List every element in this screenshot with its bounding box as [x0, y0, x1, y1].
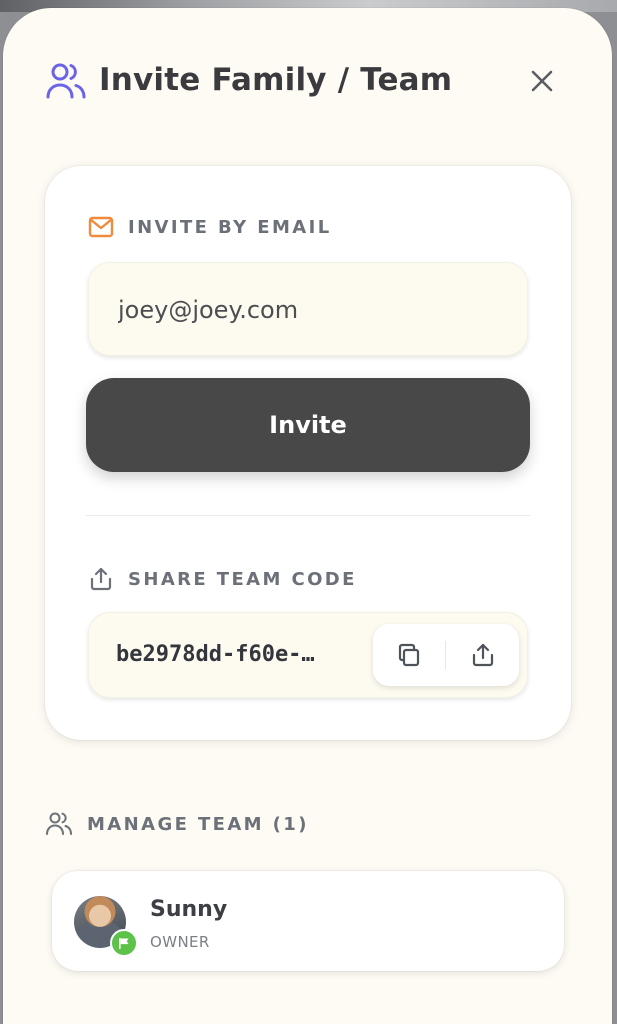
copy-code-button[interactable]	[373, 624, 445, 686]
manage-team-text: MANAGE TEAM (1)	[87, 813, 309, 835]
close-button[interactable]	[525, 64, 559, 98]
modal-header: Invite Family / Team	[3, 8, 612, 148]
share-team-code-text: SHARE TEAM CODE	[128, 568, 357, 590]
invite-team-modal: Invite Family / Team INVITE BY EMAIL Inv…	[3, 8, 612, 1024]
invite-card: INVITE BY EMAIL Invite SHARE TEAM CODE b…	[45, 166, 571, 740]
team-code-field: be2978dd-f60e-…	[88, 612, 528, 698]
users-icon	[45, 61, 87, 103]
member-role: OWNER	[150, 933, 210, 951]
copy-icon	[398, 643, 420, 667]
team-code-actions	[373, 624, 519, 686]
share-team-code-label: SHARE TEAM CODE	[88, 566, 357, 592]
divider	[86, 515, 530, 516]
manage-team-label: MANAGE TEAM (1)	[45, 811, 309, 837]
actions-separator	[445, 641, 446, 669]
invite-by-email-text: INVITE BY EMAIL	[128, 216, 332, 238]
invite-by-email-label: INVITE BY EMAIL	[88, 216, 332, 238]
email-field-container	[88, 262, 528, 358]
owner-badge	[110, 929, 138, 957]
mail-icon	[88, 216, 114, 238]
team-code-value: be2978dd-f60e-…	[116, 642, 315, 667]
modal-title: Invite Family / Team	[99, 62, 453, 98]
share-icon	[90, 567, 112, 591]
invite-button[interactable]: Invite	[86, 378, 530, 472]
share-code-button[interactable]	[447, 624, 519, 686]
close-icon	[531, 70, 553, 92]
email-field[interactable]	[116, 262, 510, 358]
share-icon	[472, 643, 494, 667]
flag-icon	[119, 938, 129, 949]
member-name: Sunny	[150, 897, 228, 922]
team-member-row[interactable]: Sunny OWNER	[52, 871, 564, 971]
users-icon	[46, 812, 72, 835]
